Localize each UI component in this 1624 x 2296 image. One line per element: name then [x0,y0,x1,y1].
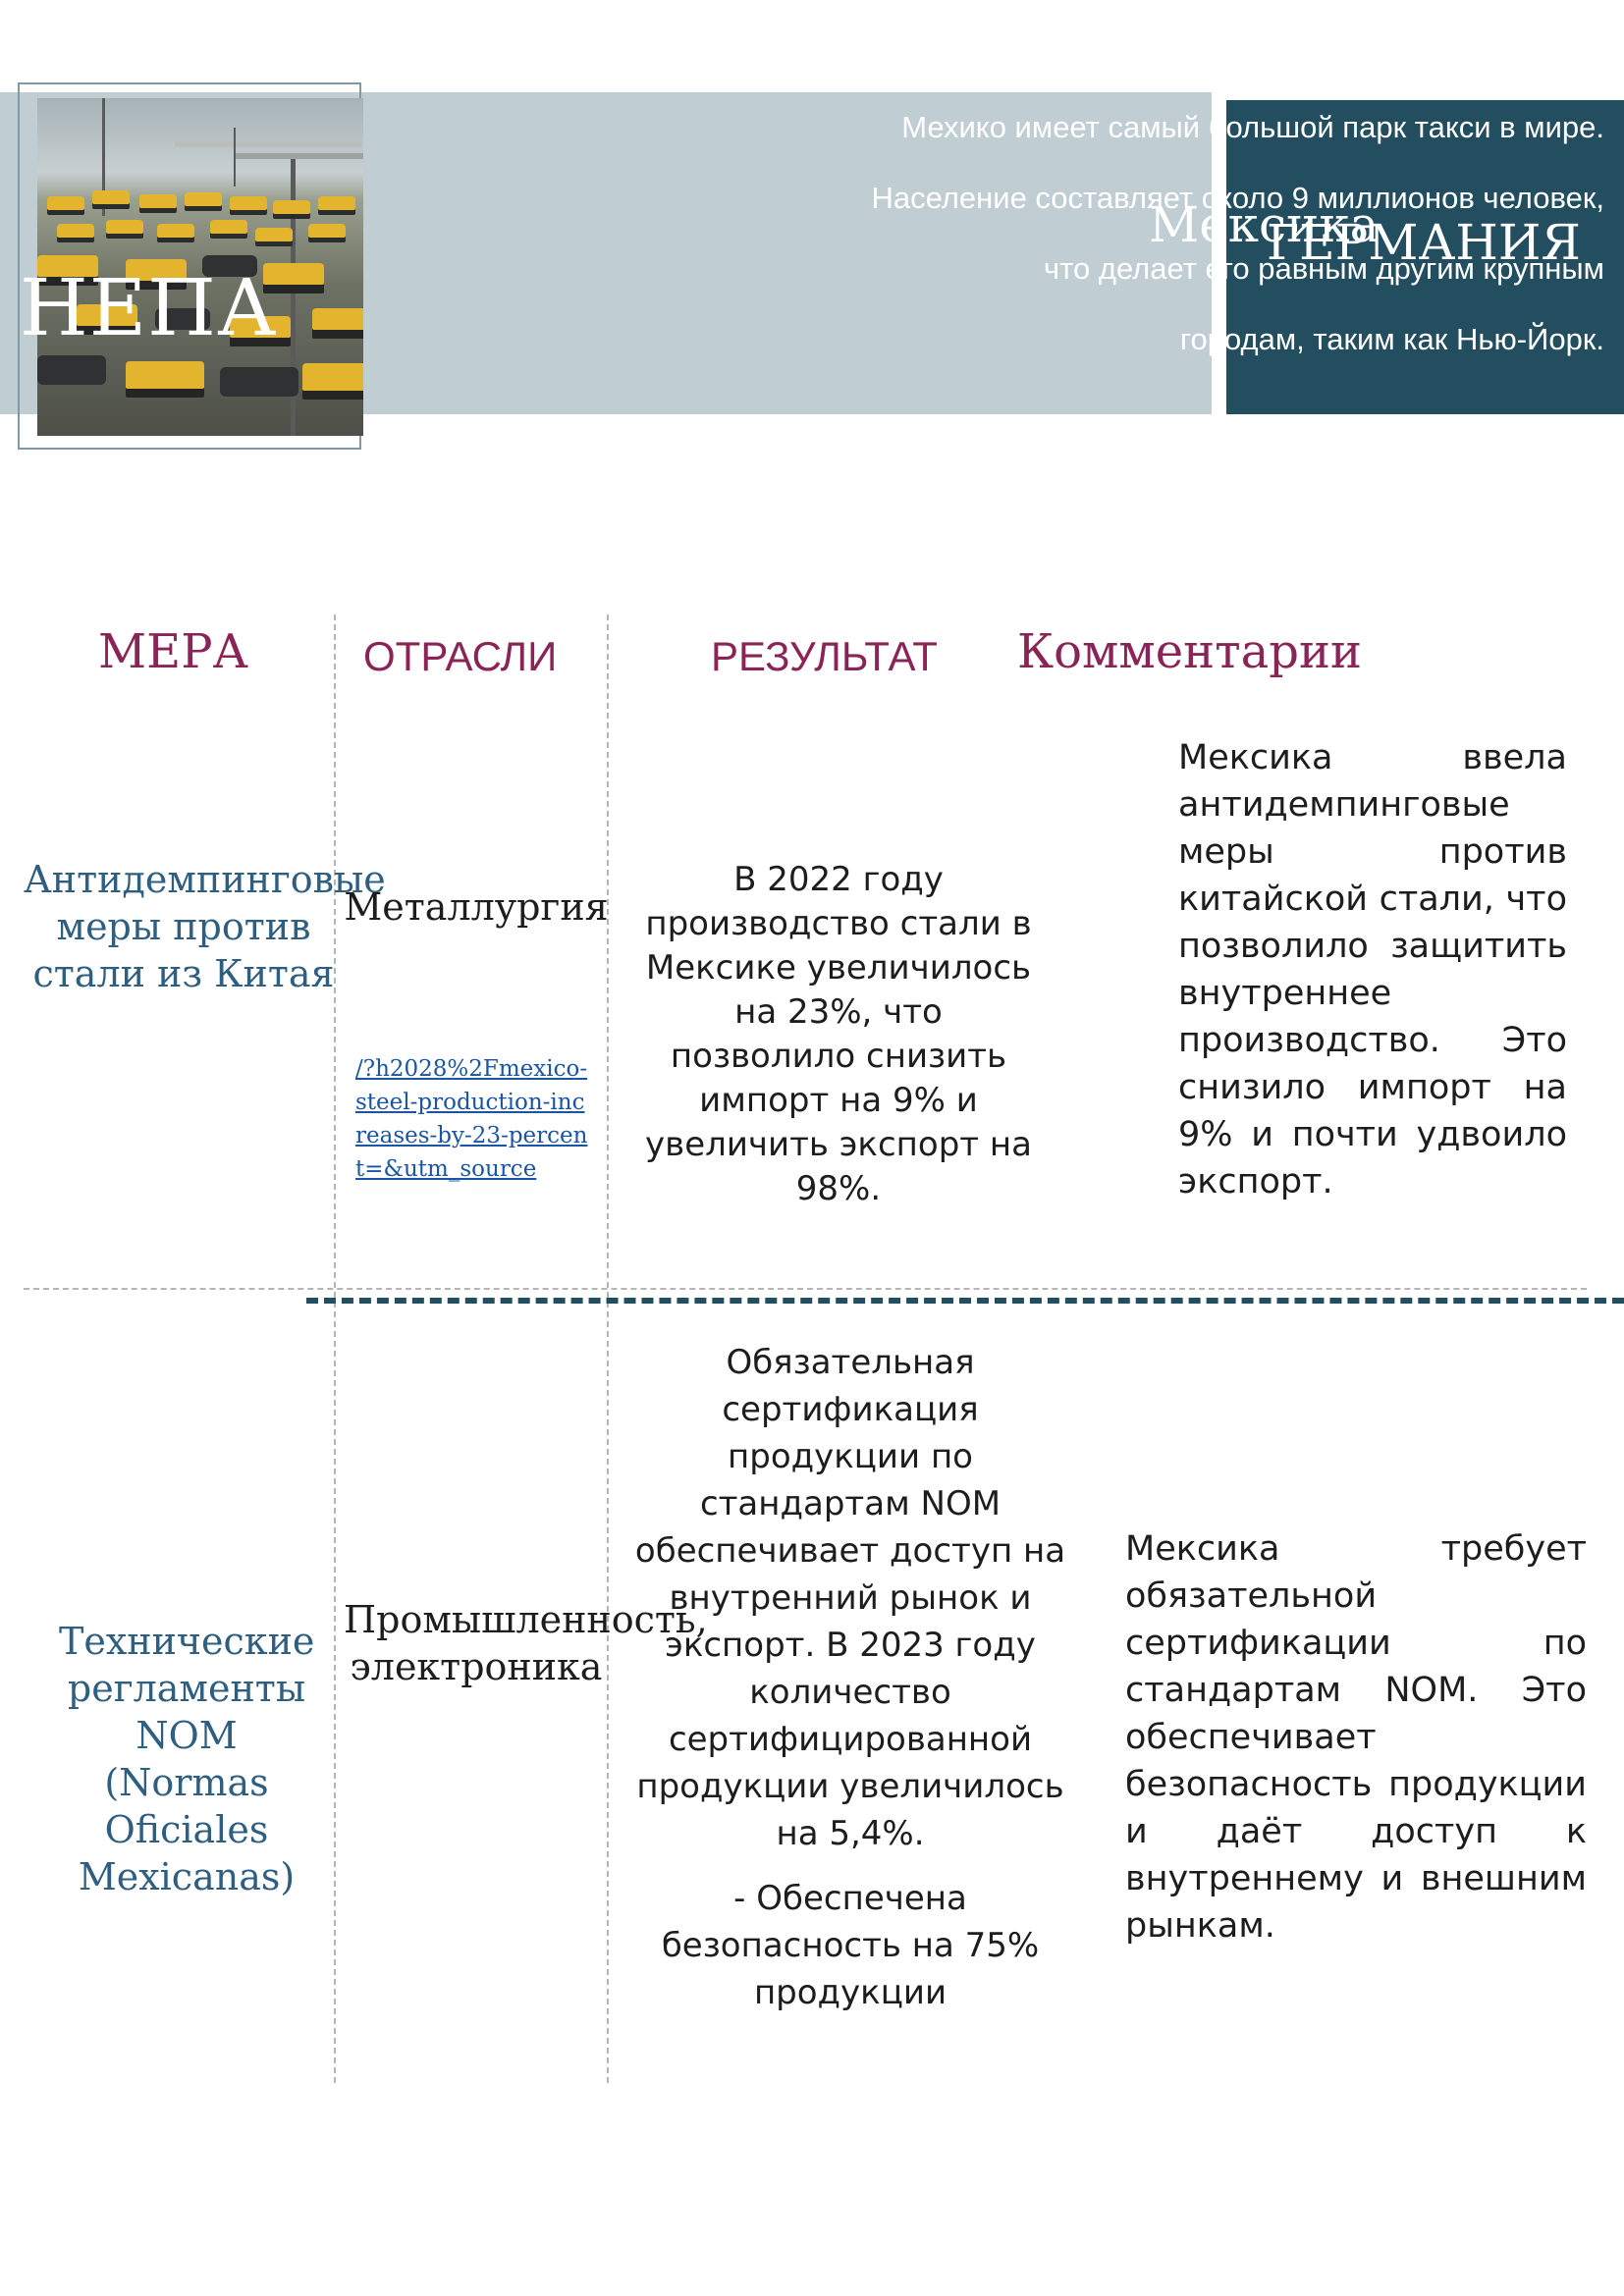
table-row-1-comment: Мексика ввела антидемпинговые меры проти… [1178,738,1567,1201]
row-divider-accent [306,1298,1624,1304]
table-row-1-sector: Металлургия [344,885,609,929]
intro-text: Мехико имеет самый большой парк такси в … [662,104,1604,387]
result-paragraph: Обязательная сертификация продукции по с… [634,1343,1066,1853]
intro-line: Мехико имеет самый большой парк такси в … [901,110,1604,144]
region-label: НЕПА [20,262,278,353]
column-divider [334,614,336,2083]
column-header-comments: Комментарии [1017,624,1362,679]
column-header-measure: МЕРА [98,624,248,679]
result-paragraph: - Обеспечена безопасность на 75% продукц… [661,1879,1040,2012]
source-link[interactable]: /?h2028%2Fmexico-steel-production-increa… [355,1052,593,1186]
table-row-2-result: Обязательная сертификация продукции по с… [628,1339,1072,2034]
table-row-1-result: В 2022 году производство стали в Мексике… [645,860,1032,1201]
column-divider [607,614,609,2083]
column-header-result: РЕЗУЛЬТАТ [711,633,938,679]
intro-line: что делает его равным другим крупным [1044,251,1604,286]
table-row-2-measure: Технические регламенты NOM (Normas Ofici… [59,1620,315,1898]
intro-line: городам, таким как Нью-Йорк. [1179,322,1604,356]
table-row-2-comment: Мексика требует обязательной сертификаци… [1125,1529,1587,1946]
intro-line: Население составляет около 9 миллионов ч… [871,181,1604,215]
table-row-1-measure: Антидемпинговые меры против стали из Кит… [24,858,386,995]
table-row-2-sector: Промышленность, электроника [344,1598,708,1688]
column-header-sectors: ОТРАСЛИ [363,633,558,679]
row-divider [24,1288,1587,1290]
